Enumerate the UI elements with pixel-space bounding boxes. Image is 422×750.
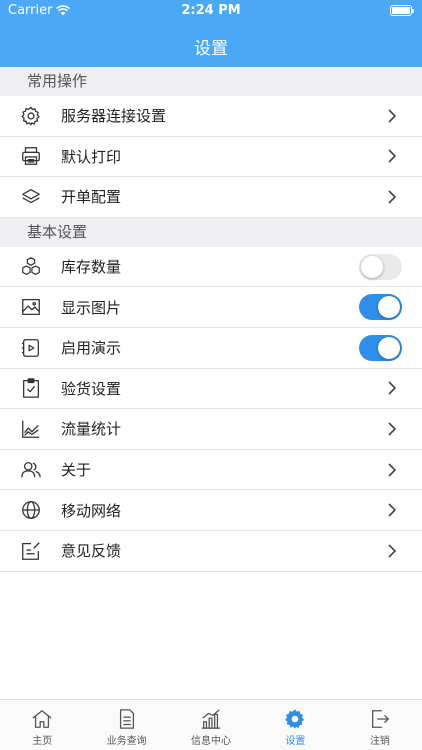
- tab-logout[interactable]: 注销: [338, 700, 422, 750]
- row-label: 库存数量: [61, 258, 122, 277]
- chevron-right-icon: [388, 149, 397, 163]
- layers-icon: [20, 186, 42, 208]
- users-icon: [20, 459, 42, 481]
- line-chart-icon: [20, 418, 42, 440]
- feedback-icon: [20, 540, 42, 562]
- enable-demo-toggle[interactable]: [359, 334, 402, 361]
- settings-row-inspection[interactable]: 验货设置: [0, 368, 422, 410]
- settings-row-feedback[interactable]: 意见反馈: [0, 530, 422, 572]
- gear-icon: [20, 105, 42, 127]
- tab-label: 设置: [285, 736, 306, 747]
- settings-row-enable-demo: 启用演示: [0, 327, 422, 369]
- status-bar: Carrier 2:24 PM: [0, 0, 422, 22]
- settings-row-server-connection[interactable]: 服务器连接设置: [0, 96, 422, 137]
- row-label: 开单配置: [61, 188, 122, 207]
- chevron-right-icon: [388, 462, 397, 477]
- page-title: 设置: [194, 39, 228, 59]
- settings-row-inventory-quantity: 库存数量: [0, 246, 422, 288]
- row-label: 显示图片: [61, 298, 122, 317]
- settings-row-mobile-network[interactable]: 移动网络: [0, 490, 422, 531]
- row-label: 移动网络: [61, 501, 122, 520]
- tab-bar: 主页 业务查询 信息中心 设置 注销: [0, 699, 422, 750]
- tab-label: 注销: [369, 736, 390, 747]
- row-label: 启用演示: [61, 339, 122, 358]
- tab-business-query[interactable]: 业务查询: [84, 700, 168, 750]
- chevron-right-icon: [388, 109, 397, 123]
- bar-chart-icon: [201, 709, 221, 729]
- row-label: 服务器连接设置: [61, 107, 167, 126]
- boxes-icon: [20, 256, 42, 278]
- settings-row-show-images: 显示图片: [0, 287, 422, 328]
- gear-icon: [285, 709, 305, 729]
- home-icon: [32, 710, 52, 728]
- section-header-common: 常用操作: [0, 67, 422, 96]
- row-label: 意见反馈: [61, 542, 122, 561]
- tab-settings[interactable]: 设置: [253, 700, 337, 750]
- document-icon: [119, 709, 134, 729]
- row-label: 流量统计: [61, 420, 122, 439]
- chevron-right-icon: [388, 381, 397, 395]
- play-icon: [20, 337, 42, 359]
- nav-header: Carrier 2:24 PM 设置: [0, 0, 422, 67]
- settings-row-default-print[interactable]: 默认打印: [0, 136, 422, 178]
- logout-icon: [371, 710, 389, 728]
- inventory-quantity-toggle[interactable]: [359, 253, 402, 280]
- show-images-toggle[interactable]: [359, 294, 402, 321]
- tab-home[interactable]: 主页: [0, 700, 84, 750]
- settings-row-about[interactable]: 关于: [0, 449, 422, 491]
- settings-row-traffic-stats[interactable]: 流量统计: [0, 409, 422, 450]
- image-icon: [20, 296, 42, 318]
- status-time: 2:24 PM: [181, 3, 241, 18]
- printer-icon: [20, 145, 42, 167]
- row-label: 验货设置: [61, 379, 122, 398]
- chevron-right-icon: [388, 422, 397, 436]
- tab-label: 业务查询: [106, 736, 147, 747]
- tab-label: 主页: [32, 736, 53, 747]
- tab-label: 信息中心: [191, 736, 232, 747]
- clipboard-check-icon: [20, 377, 42, 399]
- section-header-basic: 基本设置: [0, 217, 422, 247]
- battery-icon: [390, 5, 414, 16]
- row-label: 关于: [61, 461, 92, 480]
- row-label: 默认打印: [61, 147, 122, 166]
- globe-icon: [20, 499, 42, 521]
- chevron-right-icon: [388, 503, 397, 517]
- settings-row-order-config[interactable]: 开单配置: [0, 177, 422, 218]
- chevron-right-icon: [388, 190, 397, 204]
- chevron-right-icon: [388, 544, 397, 558]
- tab-info-center[interactable]: 信息中心: [169, 700, 253, 750]
